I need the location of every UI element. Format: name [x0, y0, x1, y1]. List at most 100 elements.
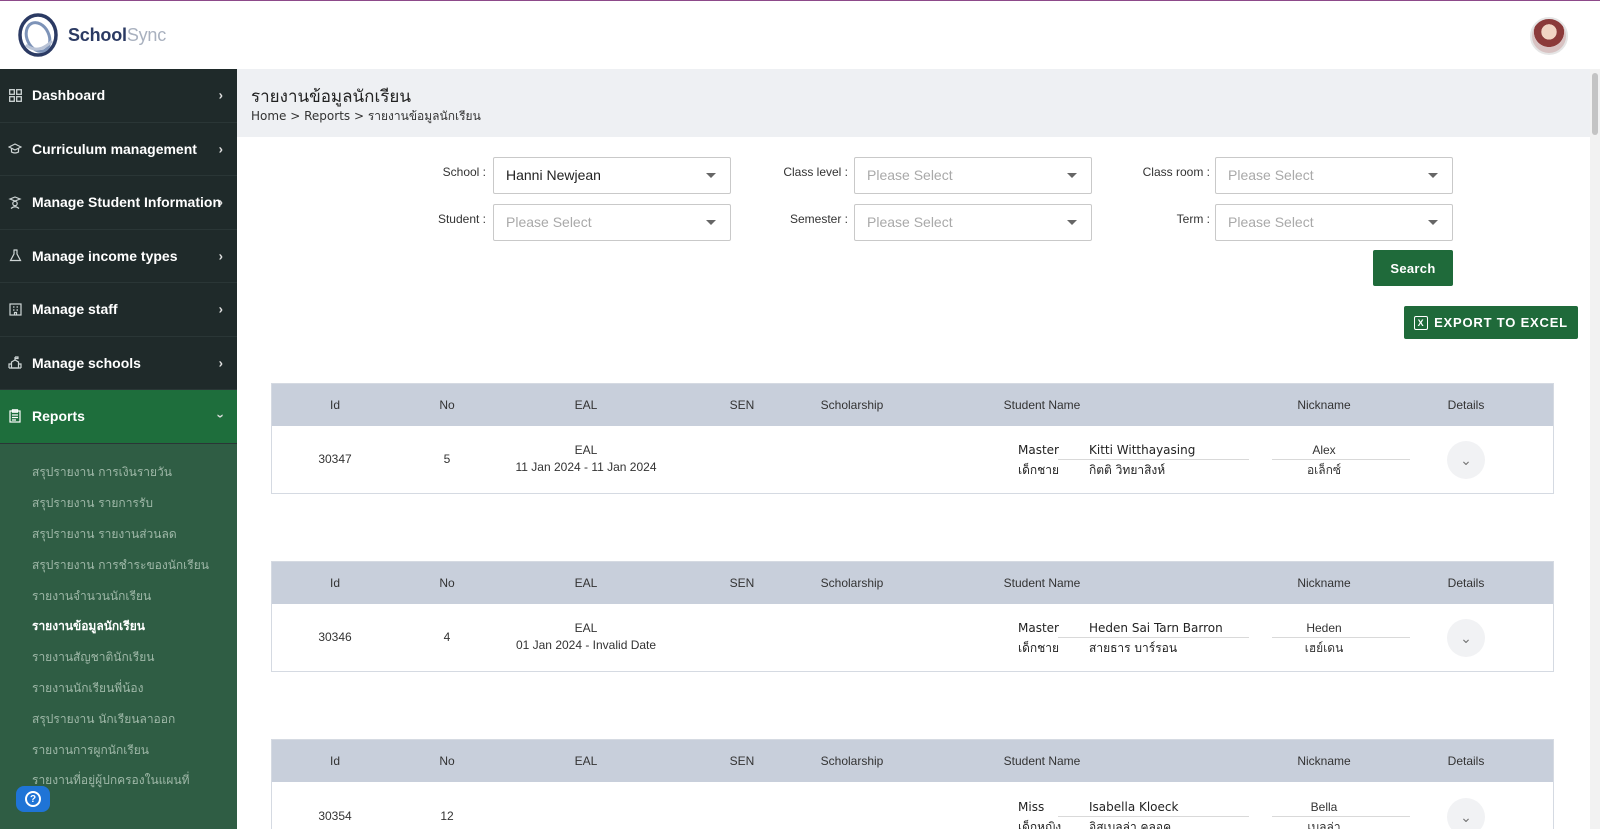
chevron-right-icon: › [218, 87, 223, 103]
class-level-select[interactable]: Please Select [854, 157, 1092, 194]
card-header: Id No EAL SEN Scholarship Student Name N… [272, 562, 1553, 604]
app-logo[interactable]: SchoolSync [16, 11, 166, 59]
name-en: Heden Sai Tarn Barron [1089, 621, 1223, 635]
header-details: Details [1447, 576, 1485, 590]
submenu-item-siblings[interactable]: รายงานนักเรียนพี่น้อง [0, 673, 237, 704]
header-id: Id [329, 398, 340, 412]
term-placeholder: Please Select [1228, 214, 1314, 230]
header-scholarship: Scholarship [820, 576, 884, 590]
chevron-down-icon: ⌄ [1460, 451, 1472, 468]
nickname-en: Heden [1306, 621, 1342, 635]
submenu-item-student-info-report[interactable]: รายงานข้อมูลนักเรียน [0, 611, 237, 642]
export-button-label: EXPORT TO EXCEL [1434, 315, 1568, 330]
sidebar-item-schools[interactable]: Manage schools › [0, 337, 237, 390]
class-room-select[interactable]: Please Select [1215, 157, 1453, 194]
submenu-item-withdrawn[interactable]: สรุปรายงาน นักเรียนลาออก [0, 704, 237, 735]
breadcrumb[interactable]: Home > Reports > รายงานข้อมูลนักเรียน [251, 107, 481, 126]
caret-down-icon [1428, 220, 1438, 225]
student-icon [8, 195, 22, 209]
header-eal: EAL [574, 754, 598, 768]
row-eal-dates: 01 Jan 2024 - Invalid Date [515, 638, 657, 652]
caret-down-icon [706, 220, 716, 225]
name-th: อิสเบลล่า คลอค [1089, 820, 1172, 829]
semester-label: Semester : [789, 212, 848, 226]
expand-details-button[interactable]: ⌄ [1447, 441, 1485, 479]
expand-details-button[interactable]: ⌄ [1447, 798, 1485, 829]
sidebar: Dashboard › Curriculum management › Mana… [0, 69, 237, 829]
sidebar-item-label: Manage staff [32, 301, 118, 318]
submenu-item-discounts[interactable]: สรุปรายงาน รายงานส่วนลด [0, 519, 237, 550]
row-id: 30347 [318, 452, 352, 466]
row-id: 30354 [318, 809, 352, 823]
export-to-excel-button[interactable]: X EXPORT TO EXCEL [1404, 306, 1578, 339]
header-scholarship: Scholarship [820, 754, 884, 768]
row-eal-dates: 11 Jan 2024 - 11 Jan 2024 [515, 460, 657, 474]
header-student-name: Student Name [1003, 754, 1081, 768]
caret-down-icon [1428, 173, 1438, 178]
sidebar-item-staff[interactable]: Manage staff › [0, 283, 237, 337]
sidebar-item-income-types[interactable]: Manage income types › [0, 230, 237, 283]
school-icon [8, 356, 22, 370]
expand-details-button[interactable]: ⌄ [1447, 619, 1485, 657]
student-select[interactable]: Please Select [493, 204, 731, 241]
submenu-item-student-count[interactable]: รายงานจำนวนนักเรียน [0, 581, 237, 612]
main-content: รายงานข้อมูลนักเรียน Home > Reports > รา… [237, 69, 1590, 829]
class-room-label: Class room : [1142, 165, 1210, 179]
chevron-down-icon: ⌄ [1460, 808, 1472, 825]
term-select[interactable]: Please Select [1215, 204, 1453, 241]
student-card: Id No EAL SEN Scholarship Student Name N… [271, 561, 1554, 672]
header-student-name: Student Name [1003, 576, 1081, 590]
sidebar-item-student-info[interactable]: Manage Student Information › [0, 176, 237, 230]
term-label: Term : [1176, 212, 1210, 226]
school-select[interactable]: Hanni Newjean [493, 157, 731, 194]
search-button[interactable]: Search [1373, 250, 1453, 286]
table-row: 30347 5 EAL 11 Jan 2024 - 11 Jan 2024 Ma… [272, 426, 1553, 493]
row-no: 5 [443, 452, 451, 466]
row-id: 30346 [318, 630, 352, 644]
page-title: รายงานข้อมูลนักเรียน [251, 87, 411, 107]
submenu-item-student-payments[interactable]: สรุปรายงาน การชำระของนักเรียน [0, 550, 237, 581]
scrollbar-thumb[interactable] [1592, 73, 1598, 135]
chevron-down-icon: › [213, 414, 229, 419]
app-name-part1: School [68, 24, 127, 45]
semester-placeholder: Please Select [867, 214, 953, 230]
sidebar-item-curriculum[interactable]: Curriculum management › [0, 123, 237, 176]
grid-icon [8, 88, 22, 102]
class-room-placeholder: Please Select [1228, 167, 1314, 183]
sidebar-item-label: Manage Student Information [32, 194, 221, 211]
submenu-item-receipts[interactable]: สรุปรายงาน รายการรับ [0, 488, 237, 519]
submenu-item-nationality[interactable]: รายงานสัญชาตินักเรียน [0, 642, 237, 673]
semester-select[interactable]: Please Select [854, 204, 1092, 241]
clipboard-icon [8, 409, 22, 423]
nickname-th: เบลล่า [1307, 820, 1341, 829]
user-avatar[interactable] [1530, 17, 1568, 55]
caret-down-icon [706, 173, 716, 178]
page-scrollbar[interactable] [1590, 69, 1600, 829]
nickname-th: เฮย์เดน [1304, 641, 1344, 655]
name-th: กิตติ วิทยาสิงห์ [1089, 463, 1166, 477]
header-details: Details [1447, 398, 1485, 412]
header-student-name: Student Name [1003, 398, 1081, 412]
header-no: No [439, 576, 455, 590]
sidebar-item-label: Manage schools [32, 354, 141, 371]
sidebar-item-reports[interactable]: Reports › [0, 390, 237, 444]
title-en: Master [1018, 443, 1059, 457]
submenu-item-student-binding[interactable]: รายงานการผูกนักเรียน [0, 735, 237, 766]
chevron-right-icon: › [218, 141, 223, 157]
chevron-down-icon: ⌄ [1460, 629, 1472, 646]
header-eal: EAL [574, 398, 598, 412]
app-name-part2: Sync [126, 24, 167, 45]
nickname-th: อเล็กซ์ [1306, 463, 1342, 477]
header-no: No [439, 398, 455, 412]
excel-icon: X [1414, 315, 1429, 330]
row-no: 4 [443, 630, 451, 644]
school-label: School : [442, 165, 486, 179]
submenu-item-daily-finance[interactable]: สรุปรายงาน การเงินรายวัน [0, 458, 237, 489]
sidebar-item-dashboard[interactable]: Dashboard › [0, 69, 237, 123]
name-divider [1058, 816, 1249, 817]
row-eal: EAL [574, 443, 598, 457]
building-icon [8, 302, 22, 316]
flask-icon [8, 249, 22, 263]
caret-down-icon [1067, 173, 1077, 178]
help-button[interactable]: ? [16, 786, 50, 812]
